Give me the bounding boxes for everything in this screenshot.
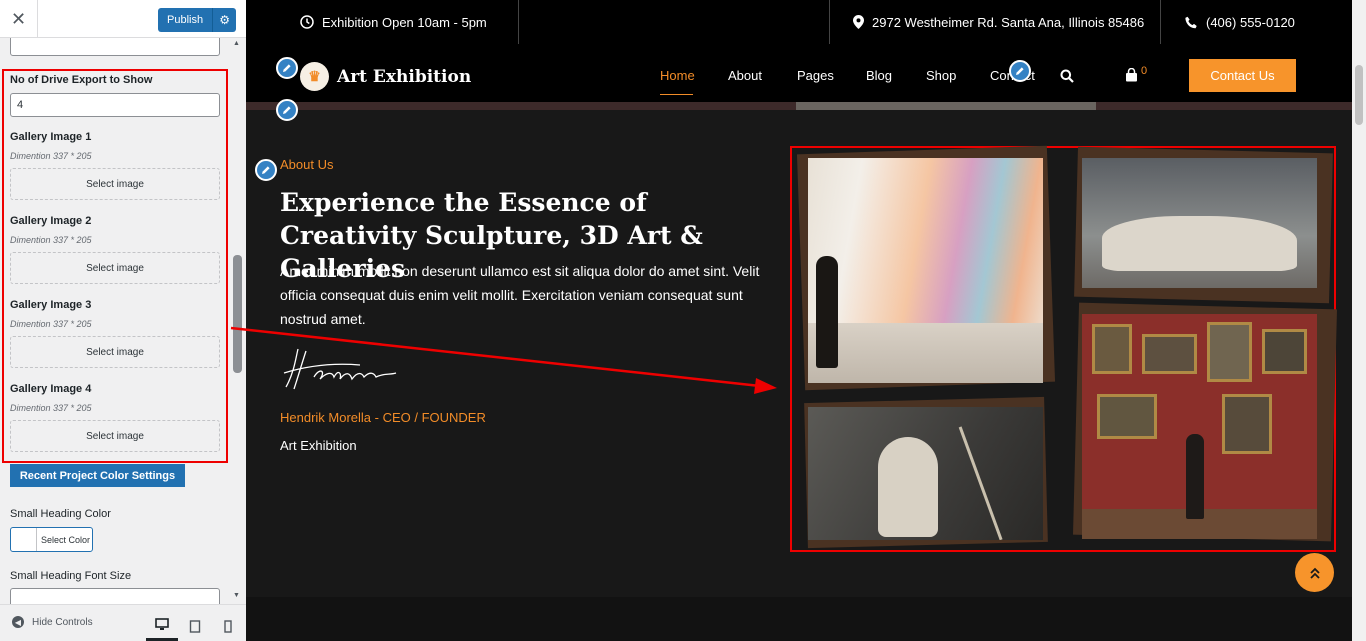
about-small-heading: About Us (280, 157, 334, 172)
preview-scroll-thumb[interactable] (1355, 65, 1363, 125)
customizer-header: ✕ Publish ⚙ (0, 0, 246, 38)
publish-settings-button[interactable]: ⚙ (212, 8, 237, 32)
gear-icon: ⚙ (219, 13, 230, 27)
logo-text: Art Exhibition (337, 66, 472, 87)
painting (1207, 322, 1252, 382)
scroll-to-top-button[interactable] (1295, 553, 1334, 592)
nav-shop[interactable]: Shop (926, 68, 956, 83)
customizer-footer: ◀ Hide Controls (0, 604, 246, 641)
statue-shape (878, 437, 938, 537)
clock-icon (300, 15, 314, 29)
publish-button[interactable]: Publish (158, 8, 213, 32)
customizer-panel: ✕ Publish ⚙ No of Drive Export to Show 4… (0, 0, 246, 641)
recent-project-color-settings-button[interactable]: Recent Project Color Settings (10, 464, 185, 487)
small-heading-color-label: Small Heading Color (10, 508, 111, 520)
small-heading-font-size-input[interactable] (10, 588, 220, 604)
divider (829, 0, 830, 44)
edit-shortcut-icon[interactable] (276, 57, 298, 79)
main-navigation: ♛ Art Exhibition Home About Pages Blog S… (246, 44, 1352, 102)
contact-us-button[interactable]: Contact Us (1189, 59, 1296, 92)
visitor-silhouette (1186, 434, 1204, 519)
scroll-down-icon[interactable]: ▼ (233, 592, 240, 599)
tablet-preview-button[interactable] (179, 611, 211, 641)
site-logo[interactable]: ♛ Art Exhibition (300, 62, 471, 91)
collapse-icon: ◀ (12, 616, 24, 628)
palm-shape (958, 413, 1038, 540)
customizer-controls: No of Drive Export to Show 4 Gallery Ima… (0, 38, 232, 604)
painting (1097, 394, 1157, 439)
color-swatch (11, 528, 37, 551)
desktop-preview-button[interactable] (146, 611, 178, 641)
double-chevron-up-icon (1309, 567, 1320, 579)
select-color-label: Select Color (41, 534, 91, 545)
painting (1222, 394, 1272, 454)
gallery-image-painting-room (1082, 314, 1317, 539)
divider (518, 0, 519, 44)
signature-image (280, 343, 400, 400)
desktop-icon (155, 618, 169, 630)
close-customizer-button[interactable]: ✕ (0, 0, 38, 38)
highlight-box (2, 69, 228, 463)
address-text: 2972 Westheimer Rd. Santa Ana, Illinois … (872, 14, 1145, 30)
tablet-icon (189, 619, 201, 633)
site-preview: Exhibition Open 10am - 5pm 2972 Westheim… (246, 0, 1352, 641)
top-info-bar: Exhibition Open 10am - 5pm 2972 Westheim… (246, 0, 1352, 44)
location-pin-icon (853, 15, 864, 29)
phone-item: (406) 555-0120 (1185, 0, 1295, 44)
visitor-silhouette (816, 256, 838, 368)
edit-shortcut-icon[interactable] (255, 159, 277, 181)
nav-pages[interactable]: Pages (797, 68, 834, 83)
mobile-icon (224, 619, 232, 633)
gallery-floor (808, 323, 1043, 383)
divider (1160, 0, 1161, 44)
search-icon[interactable] (1060, 69, 1074, 88)
gallery-image-wave-art (808, 158, 1043, 383)
textarea-field[interactable] (10, 38, 220, 56)
nav-blog[interactable]: Blog (866, 68, 892, 83)
gallery-image-angel-statue (808, 407, 1043, 540)
hide-controls-button[interactable]: ◀ Hide Controls (12, 616, 93, 628)
logo-mark-icon: ♛ (300, 62, 329, 91)
close-icon: ✕ (10, 8, 27, 29)
ceo-name: Hendrik Morella - CEO / FOUNDER (280, 410, 486, 425)
scroll-up-icon[interactable]: ▲ (233, 40, 240, 47)
active-underline (660, 94, 693, 95)
edit-shortcut-icon[interactable] (1009, 60, 1031, 82)
sculpture-shape (1102, 216, 1297, 271)
hours-item: Exhibition Open 10am - 5pm (300, 0, 487, 44)
nav-home[interactable]: Home (660, 68, 695, 83)
hours-text: Exhibition Open 10am - 5pm (322, 14, 487, 30)
publish-group: Publish ⚙ (158, 8, 237, 32)
hero-image-strip (796, 102, 1096, 110)
edit-shortcut-icon[interactable] (276, 99, 298, 121)
phone-icon (1185, 16, 1197, 28)
customizer-scroll-thumb[interactable] (233, 255, 242, 373)
about-paragraph: Amet minim mollit non deserunt ullamco e… (280, 263, 760, 327)
mobile-preview-button[interactable] (212, 611, 244, 641)
painting (1092, 324, 1132, 374)
phone-text: (406) 555-0120 (1206, 14, 1295, 30)
select-color-button[interactable]: Select Color (10, 527, 93, 552)
painting (1142, 334, 1197, 374)
hide-controls-label: Hide Controls (32, 616, 93, 628)
nav-about[interactable]: About (728, 68, 762, 83)
painting (1262, 329, 1307, 374)
gallery-image-sculpture-hall (1082, 158, 1317, 288)
address-item: 2972 Westheimer Rd. Santa Ana, Illinois … (853, 0, 1144, 44)
small-heading-font-size-label: Small Heading Font Size (10, 570, 132, 582)
cart-count: 0 (1141, 65, 1148, 77)
organization-name: Art Exhibition (280, 438, 357, 453)
cart-icon[interactable] (1125, 67, 1138, 87)
